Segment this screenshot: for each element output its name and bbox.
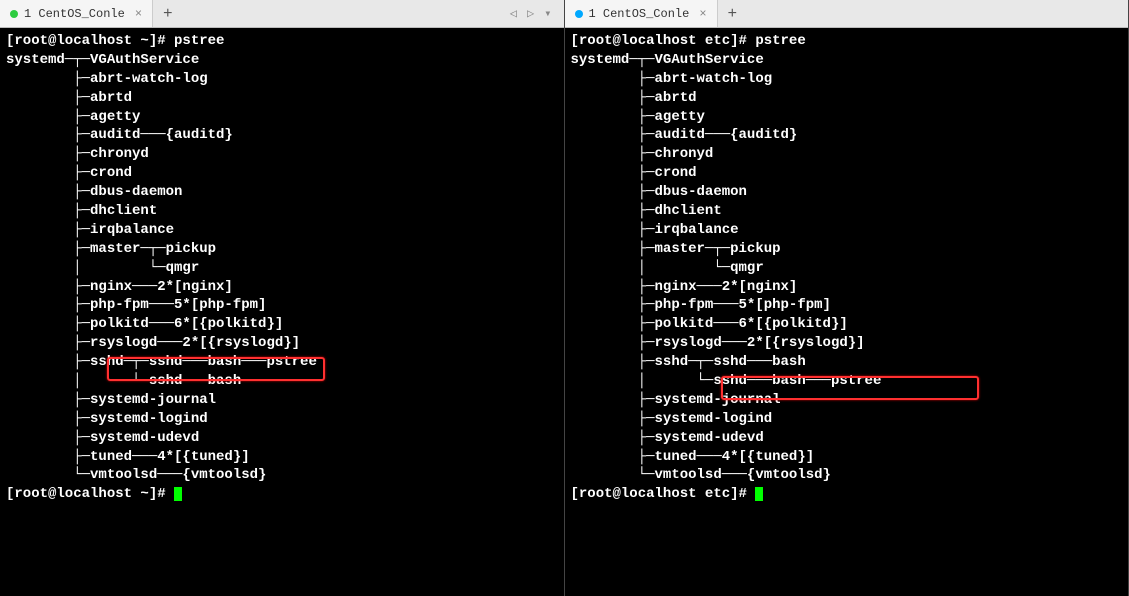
left-tabbar: 1 CentOS_Conle × + ◁ ▷ ▾ — [0, 0, 564, 28]
status-dot-icon — [575, 10, 583, 18]
right-pane: 1 CentOS_Conle × + [root@localhost etc]#… — [565, 0, 1129, 596]
left-nav-arrows: ◁ ▷ ▾ — [506, 6, 564, 21]
left-tab-label: 1 CentOS_Conle — [24, 7, 125, 21]
close-icon[interactable]: × — [699, 7, 706, 21]
right-tabbar: 1 CentOS_Conle × + — [565, 0, 1129, 28]
add-tab-button[interactable]: + — [718, 3, 748, 25]
status-dot-icon — [10, 10, 18, 18]
left-terminal[interactable]: [root@localhost ~]# pstree systemd─┬─VGA… — [0, 28, 564, 596]
add-tab-button[interactable]: + — [153, 3, 183, 25]
nav-right-icon[interactable]: ▷ — [523, 6, 538, 21]
nav-left-icon[interactable]: ◁ — [506, 6, 521, 21]
left-tab[interactable]: 1 CentOS_Conle × — [0, 0, 153, 27]
right-terminal-wrap: [root@localhost etc]# pstree systemd─┬─V… — [565, 28, 1129, 596]
close-icon[interactable]: × — [135, 7, 142, 21]
nav-dropdown-icon[interactable]: ▾ — [540, 6, 555, 21]
right-tab-label: 1 CentOS_Conle — [589, 7, 690, 21]
left-pane: 1 CentOS_Conle × + ◁ ▷ ▾ [root@localhost… — [0, 0, 565, 596]
right-tab[interactable]: 1 CentOS_Conle × — [565, 0, 718, 27]
right-terminal[interactable]: [root@localhost etc]# pstree systemd─┬─V… — [565, 28, 1129, 596]
left-terminal-wrap: [root@localhost ~]# pstree systemd─┬─VGA… — [0, 28, 564, 596]
